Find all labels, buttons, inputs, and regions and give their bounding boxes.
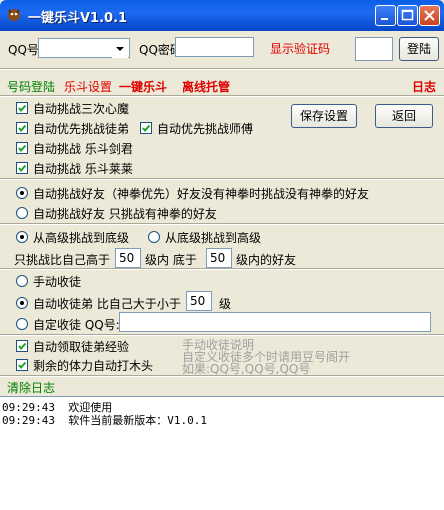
auto-collect-suffix: 级	[219, 297, 232, 311]
friend-mode-1-radio[interactable]	[16, 187, 28, 199]
order-low-high-label: 从底级挑战到高级	[165, 231, 262, 245]
log-line: 09:29:43 软件当前最新版本：V1.0.1	[2, 414, 207, 427]
manual-collect-label: 手动收徒	[33, 275, 82, 289]
custom-collect-label: 自定收徒 QQ号:	[33, 318, 120, 332]
maximize-icon	[401, 9, 414, 21]
custom-collect-radio[interactable]	[16, 318, 28, 330]
save-settings-button[interactable]: 保存设置	[291, 104, 357, 128]
close-button[interactable]	[419, 5, 440, 26]
radio-selected-dot	[20, 235, 24, 239]
radio-selected-dot	[20, 301, 24, 305]
show-captcha-link[interactable]: 显示验证码	[270, 40, 330, 57]
chevron-down-icon	[116, 47, 124, 51]
friend-mode-2-radio[interactable]	[16, 207, 28, 219]
challenge-disciple-label: 自动优先挑战徒弟	[33, 122, 130, 136]
level-high-value: 50	[119, 251, 135, 265]
tab-account-login[interactable]: 号码登陆	[7, 78, 55, 95]
challenge-disciple-checkbox[interactable]	[16, 122, 28, 134]
level-high-field[interactable]: 50	[115, 248, 141, 268]
minimize-icon	[381, 18, 388, 20]
title-bar[interactable]: 一键乐斗V1.0.1	[0, 0, 444, 31]
divider-highlight	[0, 69, 444, 70]
divider-highlight	[0, 96, 444, 97]
check-icon	[142, 124, 151, 133]
divider-highlight	[0, 376, 444, 377]
level-middle-label: 级内 底于	[145, 253, 197, 267]
challenge-demon-label: 自动挑战三次心魔	[33, 102, 130, 116]
close-icon	[424, 10, 435, 21]
friend-mode-2-label: 自动挑战好友 只挑战有神拳的好友	[33, 207, 217, 221]
order-high-low-radio[interactable]	[16, 231, 28, 243]
window-title: 一键乐斗V1.0.1	[28, 11, 128, 26]
tab-fight-settings[interactable]: 乐斗设置	[64, 78, 112, 95]
divider-highlight	[0, 224, 444, 225]
friend-mode-1-label: 自动挑战好友（神拳优先）好友没有神拳时挑战没有神拳的好友	[33, 187, 370, 201]
main-window: 一键乐斗V1.0.1 QQ号 QQ密码 显示验证码 登陆 号码登陆 乐斗设置 一…	[0, 0, 444, 510]
qq-label: QQ号	[8, 43, 39, 57]
login-button[interactable]: 登陆	[399, 37, 439, 61]
divider-highlight	[0, 269, 444, 270]
check-icon	[18, 104, 27, 113]
challenge-master-label: 自动优先挑战师傅	[157, 122, 254, 136]
claim-exp-label: 自动领取徒弟经验	[33, 340, 130, 354]
app-icon	[6, 7, 22, 23]
custom-collect-qq-field[interactable]	[119, 312, 431, 332]
log-textarea[interactable]: 09:29:43 欢迎使用 09:29:43 软件当前最新版本：V1.0.1	[0, 396, 444, 510]
claim-exp-checkbox[interactable]	[16, 340, 28, 352]
check-icon	[18, 144, 27, 153]
challenge-master-checkbox[interactable]	[140, 122, 152, 134]
challenge-sword-checkbox[interactable]	[16, 142, 28, 154]
dropdown-button[interactable]	[112, 40, 128, 58]
level-low-field[interactable]: 50	[206, 248, 232, 268]
divider-highlight	[0, 179, 444, 180]
maximize-button[interactable]	[397, 5, 418, 26]
manual-collect-radio[interactable]	[16, 275, 28, 287]
check-icon	[18, 342, 27, 351]
qq-combobox[interactable]	[38, 38, 130, 58]
auto-wood-label: 剩余的体力自动打木头	[33, 359, 154, 373]
auto-collect-level-field[interactable]: 50	[186, 291, 212, 311]
auto-collect-label: 自动收徒弟 比自己大于小于	[33, 297, 181, 311]
minimize-button[interactable]	[375, 5, 396, 26]
level-low-value: 50	[210, 251, 226, 265]
level-prefix-label: 只挑战比自己高于	[14, 253, 111, 267]
back-button[interactable]: 返回	[375, 104, 433, 128]
tab-offline-hosting[interactable]: 离线托管	[182, 78, 230, 95]
clear-log-link[interactable]: 清除日志	[7, 379, 55, 396]
radio-selected-dot	[20, 191, 24, 195]
auto-collect-level-value: 50	[190, 294, 206, 308]
order-high-low-label: 从高级挑战到底级	[33, 231, 130, 245]
auto-collect-radio[interactable]	[16, 297, 28, 309]
check-icon	[18, 164, 27, 173]
auto-wood-checkbox[interactable]	[16, 359, 28, 371]
check-icon	[18, 124, 27, 133]
check-icon	[18, 361, 27, 370]
challenge-lailai-checkbox[interactable]	[16, 162, 28, 174]
order-low-high-radio[interactable]	[148, 231, 160, 243]
challenge-sword-label: 自动挑战 乐斗剑君	[33, 142, 133, 156]
tab-one-click[interactable]: 一键乐斗	[119, 78, 167, 95]
challenge-demon-checkbox[interactable]	[16, 102, 28, 114]
captcha-field[interactable]	[355, 37, 393, 61]
level-suffix-label: 级内的好友	[236, 253, 297, 267]
password-field[interactable]	[175, 37, 254, 57]
challenge-lailai-label: 自动挑战 乐斗莱莱	[33, 162, 133, 176]
tab-log[interactable]: 日志	[412, 78, 436, 95]
